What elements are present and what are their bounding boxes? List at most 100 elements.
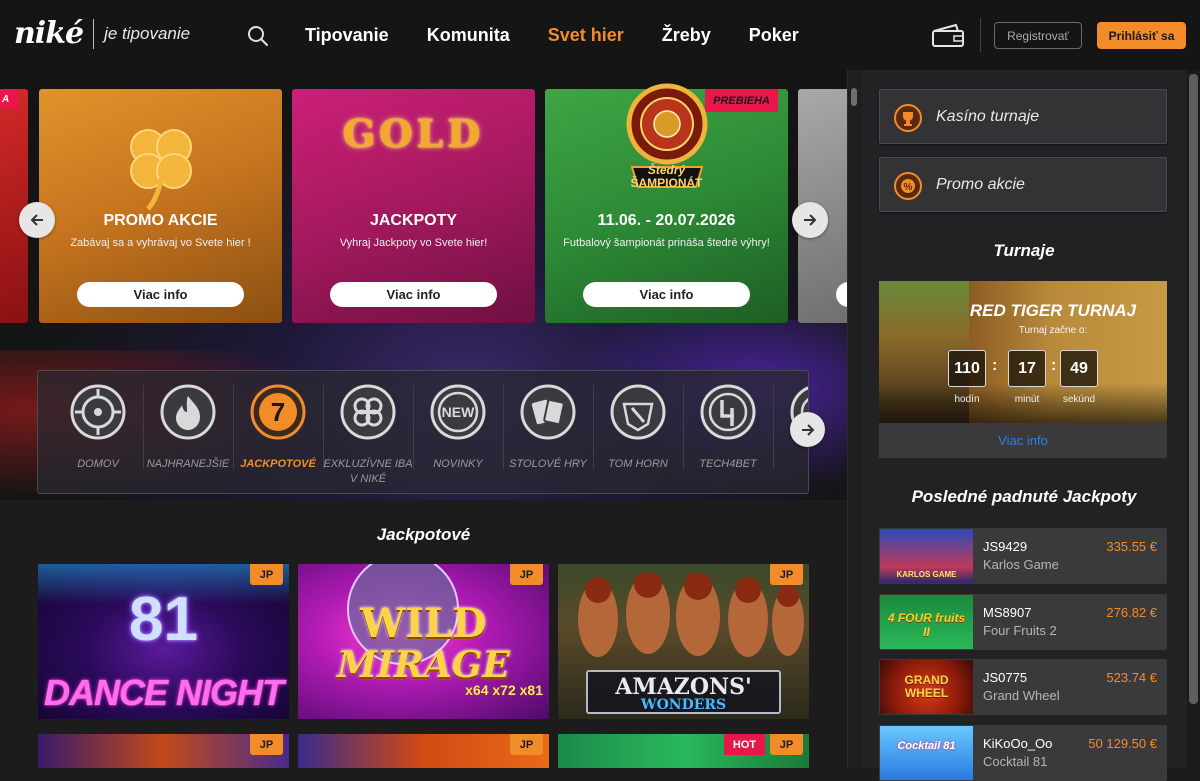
- category-label: NOVINKY: [433, 458, 483, 470]
- section-title: Jackpotové: [376, 525, 471, 544]
- category-tom-horn[interactable]: TOM HORN: [593, 371, 683, 493]
- thumbnail-text: KARLOS GAME: [896, 570, 957, 579]
- status-badge: A: [0, 89, 18, 109]
- game-tile-wild-mirage[interactable]: WILD MIRAGE x64 x72 x81 JP: [298, 564, 549, 719]
- sidebar-link-kasino-turnaje[interactable]: Kasíno turnaje: [879, 89, 1167, 144]
- scrollbar-thumb[interactable]: [1189, 74, 1198, 704]
- countdown-seconds-label: sekúnd: [1062, 394, 1096, 405]
- sidebar-scrollbar[interactable]: [1187, 70, 1200, 768]
- tournament-subtitle: Turnaj začne o:: [1018, 325, 1088, 336]
- category-label: TECH4BET: [699, 458, 757, 470]
- main-nav: Tipovanie Komunita Svet hier Žreby Poker: [305, 0, 837, 70]
- tournament-title: RED TIGER TURNAJ: [969, 301, 1137, 320]
- nav-zreby[interactable]: Žreby: [662, 25, 711, 46]
- thumbnail-text: 4 FOUR fruits II: [887, 611, 966, 639]
- jackpot-amount: 276.82 €: [1106, 605, 1157, 620]
- jackpot-row[interactable]: Cocktail 81 KiKoOo_Oo Cocktail 81 50 129…: [879, 725, 1167, 781]
- game-tile-amazons-wonders[interactable]: AMAZONS' WONDERS JP: [558, 564, 809, 719]
- game-tile[interactable]: JP: [38, 734, 289, 768]
- jackpot-badge: JP: [770, 564, 803, 585]
- category-label: NAJHRANEJŠIE: [146, 458, 230, 470]
- right-sidebar: Kasíno turnaje % Promo akcie Turnaje RED…: [861, 70, 1187, 781]
- category-label: STOLOVÉ HRY: [509, 458, 587, 470]
- tournament-more-link[interactable]: Viac info: [879, 423, 1167, 458]
- carousel-next-button[interactable]: [792, 202, 828, 238]
- header-divider: [980, 18, 981, 52]
- arrow-right-icon: [804, 214, 817, 226]
- game-tile[interactable]: JP: [298, 734, 549, 768]
- promo-subtitle: Zabávaj sa a vyhrávaj vo Svete hier !: [70, 237, 251, 249]
- main-scrollbar[interactable]: [847, 70, 860, 768]
- nav-svet-hier[interactable]: Svet hier: [548, 25, 624, 46]
- game-thumbnail: KARLOS GAME: [880, 529, 973, 583]
- countdown-minutes-label: minút: [1014, 394, 1040, 405]
- category-najhranejsie[interactable]: NAJHRANEJŠIE: [143, 371, 233, 493]
- jackpot-amount: 523.74 €: [1106, 670, 1157, 685]
- arrow-right-icon: [801, 423, 814, 436]
- countdown-seconds: 49: [1060, 350, 1098, 387]
- game-tile-dance-night[interactable]: 81 DANCE NIGHT JP: [38, 564, 289, 719]
- category-label: S: [773, 457, 808, 472]
- promo-more-button[interactable]: Viac info: [77, 282, 244, 307]
- game-thumbnail: Cocktail 81: [880, 726, 973, 780]
- category-domov[interactable]: DOMOV: [53, 371, 143, 493]
- promo-card-promo-akcie[interactable]: PROMO AKCIE Zabávaj sa a vyhrávaj vo Sve…: [39, 89, 282, 323]
- clover-icon: [340, 384, 396, 440]
- logo-divider: [93, 18, 95, 49]
- promo-icon: %: [894, 172, 922, 200]
- countdown-hours-label: hodín: [954, 394, 980, 405]
- hot-badge: HOT: [724, 734, 765, 755]
- carousel-prev-button[interactable]: [19, 202, 55, 238]
- game-title: DANCE NIGHT: [44, 672, 284, 713]
- nav-komunita[interactable]: Komunita: [427, 25, 510, 46]
- tournament-card[interactable]: RED TIGER TURNAJ Turnaj začne o: 110 : 1…: [879, 281, 1167, 423]
- jackpot-game: Four Fruits 2: [983, 623, 1057, 638]
- gold-logo: GOLD: [342, 111, 485, 156]
- logo-tagline: je tipovanie: [104, 23, 191, 43]
- nav-poker[interactable]: Poker: [749, 25, 799, 46]
- jackpot-row[interactable]: 4 FOUR fruits II MS8907 Four Fruits 2 27…: [879, 594, 1167, 650]
- championship-logo-line2: ŠAMPIONÁT: [630, 176, 703, 190]
- nav-tipovanie[interactable]: Tipovanie: [305, 25, 389, 46]
- category-novinky[interactable]: NEW NOVINKY: [413, 371, 503, 493]
- amazons-illustration: [578, 574, 804, 657]
- category-next-button[interactable]: [790, 412, 825, 447]
- jackpot-badge: JP: [250, 564, 283, 585]
- promo-more-button[interactable]: Viac info: [330, 282, 497, 307]
- countdown-separator: :: [992, 357, 998, 374]
- category-label: EXKLUZÍVNE IBA V NIKÉ: [323, 458, 413, 485]
- tom-horn-icon: [610, 384, 666, 440]
- game-tile[interactable]: HOT JP: [558, 734, 809, 768]
- promo-card-sampionat[interactable]: PREBIEHA Štedrý ŠAMPIONÁT 11.06. - 20.07…: [545, 83, 788, 323]
- category-stolove-hry[interactable]: STOLOVÉ HRY: [503, 371, 593, 493]
- promo-more-button[interactable]: Viac info: [583, 282, 750, 307]
- jackpot-row[interactable]: KARLOS GAME JS9429 Karlos Game 335.55 €: [879, 528, 1167, 584]
- sidebar-link-promo-akcie[interactable]: % Promo akcie: [879, 157, 1167, 212]
- thumbnail-text: Cocktail 81: [897, 740, 956, 752]
- nike-logo[interactable]: niké je tipovanie: [14, 16, 190, 51]
- register-button[interactable]: Registrovať: [994, 22, 1082, 49]
- scrollbar-thumb[interactable]: [851, 88, 857, 106]
- wallet-icon[interactable]: [930, 22, 966, 50]
- jackpot-user: MS8907: [983, 605, 1032, 620]
- category-tech4bet[interactable]: TECH4BET: [683, 371, 773, 493]
- clover-illustration: [130, 129, 192, 211]
- promo-title: 11.06. - 20.07.2026: [597, 212, 736, 229]
- jackpot-badge: JP: [510, 734, 543, 755]
- login-button[interactable]: Prihlásiť sa: [1097, 22, 1186, 49]
- jackpot-row[interactable]: GRAND WHEEL JS0775 Grand Wheel 523.74 €: [879, 659, 1167, 715]
- promo-card-jackpoty[interactable]: GOLD JACKPOTY Vyhraj Jackpoty vo Svete h…: [292, 89, 535, 323]
- jackpot-user: KiKoOo_Oo: [983, 736, 1053, 751]
- jackpot-badge: JP: [770, 734, 803, 755]
- category-label: DOMOV: [77, 458, 119, 470]
- jackpot-game: Karlos Game: [983, 557, 1059, 572]
- tech4bet-icon: [700, 384, 756, 440]
- flame-icon: [160, 384, 216, 440]
- search-icon[interactable]: [246, 24, 270, 48]
- roulette-icon: [70, 384, 126, 440]
- category-exkluzivne[interactable]: EXKLUZÍVNE IBA V NIKÉ: [323, 371, 413, 493]
- multiplier-text: x64 x72 x81: [465, 682, 543, 698]
- sidebar-link-label: Kasíno turnaje: [936, 107, 1040, 125]
- category-strip: DOMOV NAJHRANEJŠIE 7 JACKPOTOVÉ EXKLUZÍV…: [37, 370, 809, 494]
- category-jackpotove[interactable]: 7 JACKPOTOVÉ: [233, 371, 323, 493]
